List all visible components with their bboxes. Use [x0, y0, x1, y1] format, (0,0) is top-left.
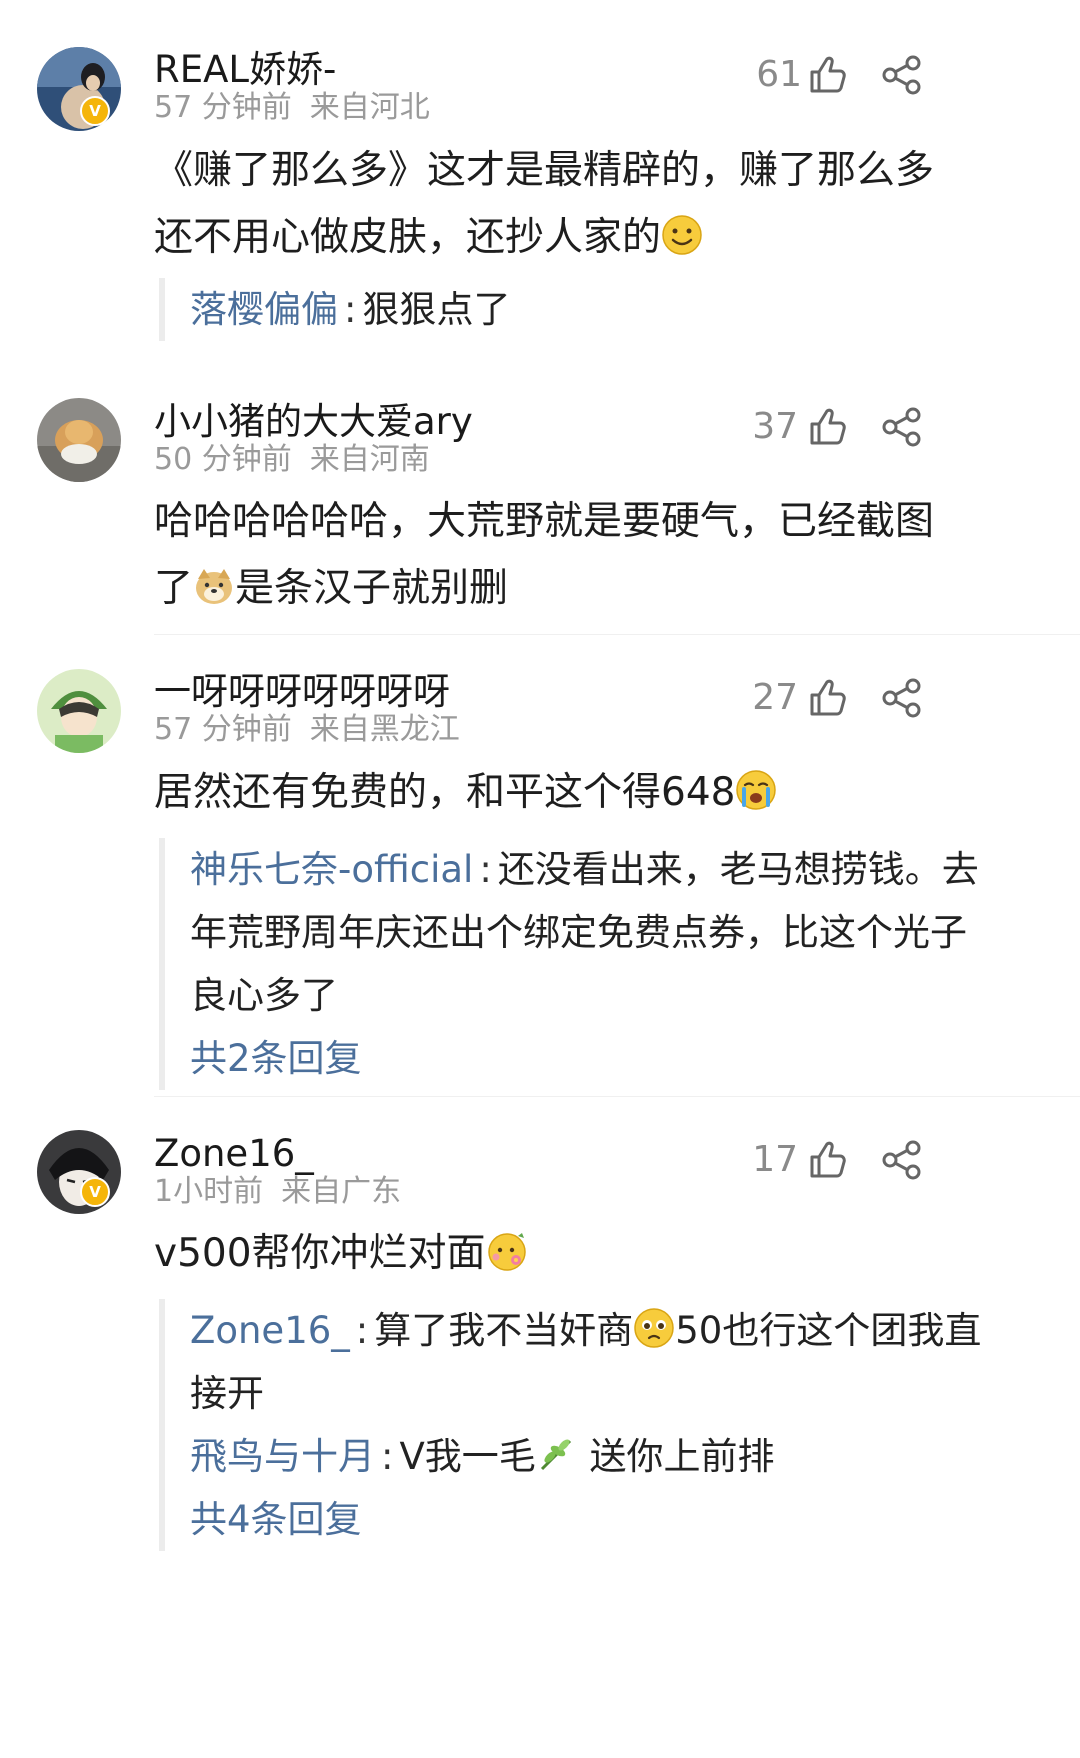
- leaf-emoji: [540, 1439, 571, 1471]
- avatar[interactable]: [37, 1130, 121, 1214]
- avatar[interactable]: [37, 47, 121, 131]
- comment-text-line: 《赚了那么多》这才是最精辟的，赚了那么多: [154, 148, 935, 193]
- comment-time: 1小时前: [154, 1174, 264, 1209]
- comment-text-span: 居然还有免费的，和平这个得648: [154, 770, 736, 815]
- comment-item: 小小猪的大大爱ary 50 分钟前 来自河南 37 哈哈哈哈哈哈，大荒野就是要硬气…: [0, 390, 1080, 635]
- divider: [154, 1096, 1080, 1097]
- comment-text-span: 了: [154, 566, 194, 611]
- reply-text: 算了我不当奸商: [374, 1309, 634, 1352]
- comment-text: v500帮你冲烂对面: [154, 1220, 1034, 1287]
- comment-text-line: 了是条汉子就别删: [154, 555, 1034, 622]
- comment-text-line: 哈哈哈哈哈哈，大荒野就是要硬气，已经截图: [154, 499, 935, 544]
- reply-author[interactable]: 落樱偏偏: [190, 288, 338, 331]
- reply-separator: :: [479, 848, 492, 891]
- share-icon[interactable]: [880, 676, 924, 720]
- comment-location: 来自河南: [309, 442, 430, 477]
- verified-badge-icon: V: [80, 1177, 110, 1207]
- crying-emoji: [736, 770, 777, 810]
- comment-text-line: v500帮你冲烂对面: [154, 1220, 1034, 1287]
- reply-item: 飛鸟与十月: V我一毛 送你上前排: [190, 1425, 1070, 1488]
- comment-time: 50 分钟前: [154, 442, 292, 477]
- comment-meta: 50 分钟前 来自河南: [154, 442, 430, 478]
- reply-preview[interactable]: Zone16_: 算了我不当奸商 50也行这个团我直 接开 飛鸟与十月: V我一毛 送…: [159, 1299, 1070, 1551]
- reply-author[interactable]: 神乐七奈-official: [190, 848, 473, 891]
- reply-author[interactable]: Zone16_: [190, 1309, 350, 1352]
- comment-location: 来自黑龙江: [309, 712, 460, 747]
- verified-badge-icon: V: [80, 96, 110, 126]
- reply-text-line: 接开: [190, 1372, 264, 1415]
- comment-text-span: 是条汉子就别删: [235, 566, 509, 611]
- reply-text-line: 年荒野周年庆还出个绑定免费点券，比这个光子: [190, 911, 967, 954]
- reply-separator: :: [355, 1309, 369, 1352]
- view-all-replies-link[interactable]: 共4条回复: [190, 1488, 1070, 1551]
- share-icon[interactable]: [880, 53, 924, 97]
- reply-author[interactable]: 飛鸟与十月: [190, 1435, 375, 1478]
- comment-time: 57 分钟前: [154, 712, 292, 747]
- avatar[interactable]: [37, 398, 121, 482]
- thumbs-up-icon[interactable]: [806, 1138, 850, 1182]
- reply-text-line: 良心多了: [190, 974, 338, 1017]
- comment-text-line: 还不用心做皮肤，还抄人家的: [154, 204, 1034, 271]
- reply-text: 送你上前排: [577, 1435, 775, 1478]
- like-count: 61: [756, 54, 802, 95]
- comment-text: 《赚了那么多》这才是最精辟的，赚了那么多 还不用心做皮肤，还抄人家的: [154, 137, 1034, 271]
- thumbs-up-icon[interactable]: [806, 405, 850, 449]
- comment-item: V Zone16_ 1小时前 来自广东 17 v500帮你冲烂对面 Zone16_…: [0, 1100, 1080, 1758]
- flower-face-emoji: [487, 1233, 526, 1271]
- username[interactable]: 小小猪的大大爱ary: [154, 400, 473, 444]
- reply-preview[interactable]: 落樱偏偏: 狠狠点了: [159, 278, 1070, 341]
- comment-location: 来自河北: [309, 90, 430, 125]
- comment-item: 一呀呀呀呀呀呀呀 57 分钟前 来自黑龙江 27 居然还有免费的，和平这个得648…: [0, 640, 1080, 1100]
- thumbs-up-icon[interactable]: [806, 676, 850, 720]
- comment-text: 居然还有免费的，和平这个得648: [154, 759, 1034, 826]
- reply-text: 还没看出来，老马想捞钱。去: [497, 848, 979, 891]
- doge-emoji: [196, 569, 233, 604]
- comment-meta: 1小时前 来自广东: [154, 1174, 401, 1210]
- like-count: 17: [752, 1139, 798, 1180]
- username[interactable]: 一呀呀呀呀呀呀呀: [154, 670, 450, 714]
- smile-emoji: [662, 215, 702, 255]
- reply-text: 50也行这个团我直: [675, 1309, 982, 1352]
- share-icon[interactable]: [880, 1138, 924, 1182]
- comment-location: 来自广东: [281, 1174, 402, 1209]
- comment-text-line: 居然还有免费的，和平这个得648: [154, 759, 1034, 826]
- comment-text: 哈哈哈哈哈哈，大荒野就是要硬气，已经截图 了是条汉子就别删: [154, 488, 1034, 622]
- avatar[interactable]: [37, 669, 121, 753]
- view-all-replies-link[interactable]: 共2条回复: [190, 1027, 1070, 1090]
- username[interactable]: REAL娇娇-: [154, 48, 336, 92]
- comment-meta: 57 分钟前 来自河北: [154, 90, 430, 126]
- divider: [154, 634, 1080, 635]
- pleading-emoji: [634, 1308, 674, 1348]
- comment-meta: 57 分钟前 来自黑龙江: [154, 712, 460, 748]
- comment-time: 57 分钟前: [154, 90, 292, 125]
- reply-text: V我一毛: [399, 1435, 536, 1478]
- reply-preview[interactable]: 神乐七奈-official: 还没看出来，老马想捞钱。去 年荒野周年庆还出个绑定免…: [159, 838, 1070, 1090]
- share-icon[interactable]: [880, 405, 924, 449]
- username[interactable]: Zone16_: [154, 1132, 314, 1176]
- comment-text-span: v500帮你冲烂对面: [154, 1231, 486, 1276]
- reply-separator: :: [381, 1435, 394, 1478]
- reply-item: 神乐七奈-official: 还没看出来，老马想捞钱。去: [190, 838, 1070, 901]
- reply-item: 落樱偏偏: 狠狠点了: [190, 278, 1070, 341]
- thumbs-up-icon[interactable]: [806, 53, 850, 97]
- comment-text-span: 还不用心做皮肤，还抄人家的: [154, 215, 662, 260]
- reply-separator: :: [344, 288, 357, 331]
- like-count: 37: [752, 406, 798, 447]
- like-count: 27: [752, 677, 798, 718]
- reply-text: 狠狠点了: [362, 288, 511, 331]
- reply-item: Zone16_: 算了我不当奸商 50也行这个团我直: [190, 1299, 1070, 1362]
- comment-item: V REAL娇娇- 57 分钟前 来自河北 61 《赚了那么多》这才是最精辟的，赚…: [0, 0, 1080, 390]
